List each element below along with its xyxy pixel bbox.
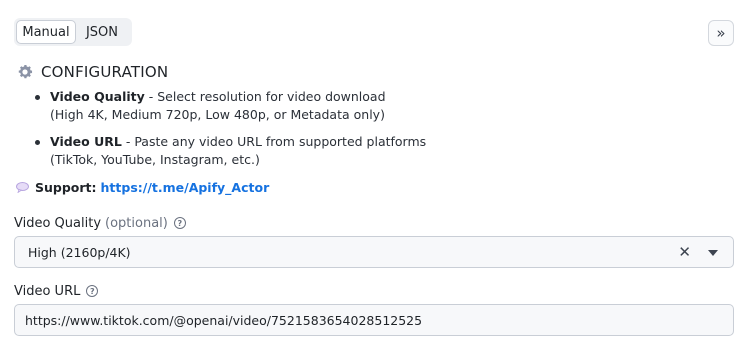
video-quality-label: Video Quality (optional) ? — [14, 214, 186, 232]
item-name: Video Quality — [50, 89, 145, 104]
optional-tag: (optional) — [105, 215, 168, 231]
video-quality-label-text: Video Quality — [14, 215, 102, 231]
video-url-input[interactable] — [14, 304, 734, 336]
expand-panel-button[interactable]: » — [708, 20, 734, 46]
item-name: Video URL — [50, 134, 122, 149]
chevron-down-icon[interactable] — [708, 250, 718, 256]
help-icon[interactable]: ? — [86, 285, 99, 297]
video-quality-value: High (2160p/4K) — [28, 244, 131, 260]
support-link[interactable]: https://t.me/Apify_Actor — [101, 180, 270, 195]
clear-icon[interactable]: ✕ — [678, 245, 691, 260]
configuration-title: CONFIGURATION — [41, 63, 169, 81]
speech-bubble-icon — [16, 181, 29, 193]
item-separator: - — [121, 134, 135, 149]
support-line: Support: https://t.me/Apify_Actor — [16, 178, 269, 196]
configuration-list: Video Quality - Select resolution for vi… — [34, 88, 594, 169]
help-icon[interactable]: ? — [173, 217, 186, 229]
item-subtext: (TikTok, YouTube, Instagram, etc.) — [50, 152, 260, 167]
item-description: Select resolution for video download — [157, 89, 386, 104]
double-chevron-right-icon: » — [716, 24, 726, 42]
item-separator: - — [144, 89, 158, 104]
item-subtext: (High 4K, Medium 720p, Low 480p, or Meta… — [50, 107, 385, 122]
video-url-label-text: Video URL — [14, 283, 81, 299]
bullet-dot — [35, 95, 40, 100]
item-description: Paste any video URL from supported platf… — [134, 134, 427, 149]
configuration-heading: CONFIGURATION — [16, 62, 168, 82]
input-mode-toggle: Manual JSON — [14, 18, 132, 46]
gear-icon — [18, 65, 33, 79]
bullet-dot — [35, 140, 40, 145]
list-item: Video Quality - Select resolution for vi… — [34, 88, 594, 124]
support-label: Support: — [35, 179, 97, 195]
tab-json[interactable]: JSON — [76, 20, 128, 44]
video-url-label: Video URL ? — [14, 282, 99, 300]
tab-manual[interactable]: Manual — [16, 20, 76, 44]
list-item: Video URL - Paste any video URL from sup… — [34, 133, 594, 169]
video-quality-select[interactable]: High (2160p/4K) ✕ — [14, 236, 734, 268]
